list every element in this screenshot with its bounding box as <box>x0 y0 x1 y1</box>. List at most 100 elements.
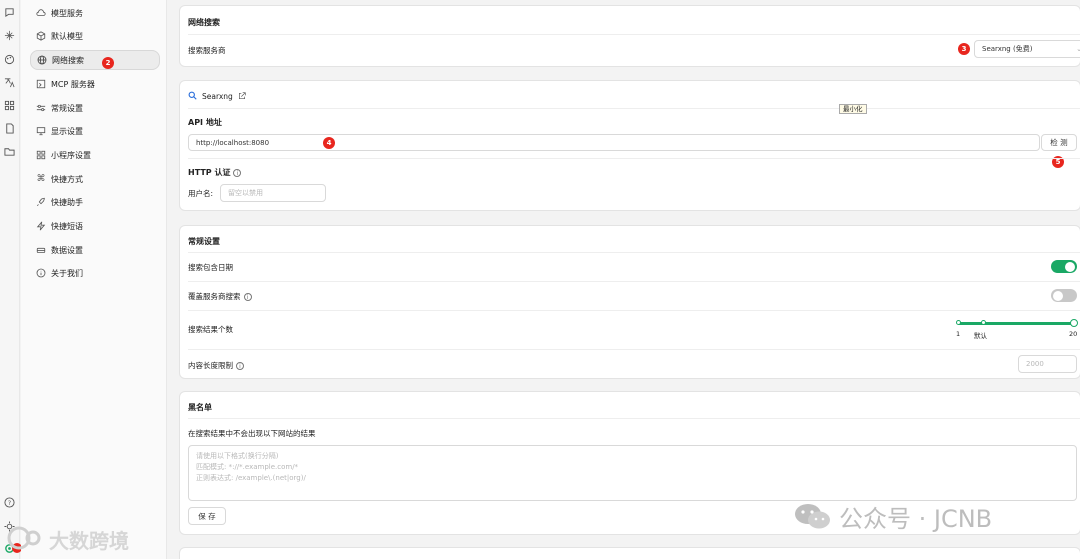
include-date-label: 搜索包含日期 <box>188 263 233 272</box>
step-badge-3: 3 <box>958 43 970 55</box>
slider-min-label: 1 <box>956 330 961 338</box>
web-search-title: 网络搜索 <box>188 18 220 27</box>
divider <box>188 310 1080 311</box>
info-icon[interactable]: i <box>236 361 244 370</box>
sidebar-item-general[interactable]: 常规设置 <box>30 98 160 118</box>
sidebar-item-data[interactable]: 数据设置 <box>30 240 160 260</box>
divider <box>188 349 1080 350</box>
folder-icon[interactable] <box>3 146 16 159</box>
result-count-slider-track[interactable] <box>958 322 1074 325</box>
sidebar-item-label: 快捷短语 <box>51 221 83 231</box>
divider <box>188 252 1080 253</box>
divider <box>188 158 1080 159</box>
sidebar-item-model-service[interactable]: 模型服务 <box>30 3 160 23</box>
files-icon[interactable] <box>3 123 16 136</box>
cube-icon <box>36 31 46 41</box>
sidebar-item-quick-assistant[interactable]: 快捷助手 <box>30 192 160 212</box>
placeholder-line: 正则表达式: /example\.(net|org)/ <box>196 474 306 482</box>
result-count-slider-handle[interactable] <box>1070 319 1078 327</box>
divider <box>188 281 1080 282</box>
sidebar-item-label: 快捷方式 <box>51 174 83 184</box>
watermark-left: 大数跨境 <box>5 524 129 554</box>
placeholder-line: 匹配模式: *://*.example.com/* <box>196 463 299 471</box>
help-icon[interactable]: ? <box>3 497 16 510</box>
sidebar-item-about[interactable]: 关于我们 <box>30 263 160 283</box>
include-date-toggle[interactable] <box>1051 260 1077 273</box>
palette-icon[interactable] <box>3 54 16 67</box>
divider <box>188 108 1080 109</box>
chevron-down-icon: ⌄ <box>1076 45 1080 53</box>
logo-mark <box>5 524 45 554</box>
result-count-label: 搜索结果个数 <box>188 325 233 334</box>
sidebar-item-miniapp[interactable]: 小程序设置 <box>30 145 160 165</box>
placeholder-line: 请使用以下格式(换行分隔) <box>196 452 279 460</box>
save-button[interactable]: 保 存 <box>188 507 226 525</box>
searxng-name: Searxng <box>202 92 233 101</box>
sidebar-item-mcp-servers[interactable]: MCP 服务器 <box>30 74 160 94</box>
username-input[interactable]: 留空以禁用 <box>220 184 326 202</box>
content-limit-row: 内容长度限制 i <box>188 360 244 371</box>
sidebar-item-label: 网络搜索 <box>52 55 84 65</box>
sidebar-item-label: MCP 服务器 <box>51 79 95 89</box>
hard-drive-icon <box>36 245 46 255</box>
check-button[interactable]: 检 测 <box>1041 134 1077 151</box>
wechat-icon <box>793 501 833 533</box>
general-settings-card: 常规设置 搜索包含日期 覆盖服务商搜索 i 搜索结果个数 1 默认 20 内容长… <box>179 225 1080 379</box>
override-toggle[interactable] <box>1051 289 1077 302</box>
provider-select[interactable]: Searxng (免费) ⌄ <box>974 40 1080 58</box>
sliders-icon <box>36 103 46 113</box>
divider <box>188 418 1080 419</box>
username-placeholder: 留空以禁用 <box>228 189 263 197</box>
content-limit-input[interactable]: 2000 <box>1018 355 1077 373</box>
sidebar-item-label: 默认模型 <box>51 31 83 41</box>
info-icon <box>36 268 46 278</box>
provider-label: 搜索服务商 <box>188 46 226 55</box>
divider <box>188 34 1080 35</box>
slider-tick <box>956 320 961 325</box>
app-icon-rail: ? <box>0 0 22 559</box>
svg-text:?: ? <box>8 499 11 507</box>
step-badge-2: 2 <box>102 57 114 69</box>
watermark-left-text: 大数跨境 <box>49 528 129 553</box>
blacklist-title: 黑名单 <box>188 403 212 412</box>
settings-sidebar: 模型服务 默认模型 网络搜索 2 MCP 服务器 常规设置 显示设置 小程序设置… <box>21 0 167 559</box>
search-icon <box>188 91 197 102</box>
general-title: 常规设置 <box>188 237 220 246</box>
blacklist-textarea[interactable]: 请使用以下格式(换行分隔) 匹配模式: *://*.example.com/* … <box>188 445 1077 501</box>
globe-icon <box>37 55 47 65</box>
apps-grid-icon[interactable] <box>3 100 16 113</box>
sidebar-item-label: 数据设置 <box>51 245 83 255</box>
sidebar-item-label: 快捷助手 <box>51 197 83 207</box>
sparkle-icon[interactable] <box>3 30 16 43</box>
next-card <box>179 547 1080 559</box>
chat-icon[interactable] <box>3 7 16 20</box>
username-label: 用户名: <box>188 189 214 198</box>
watermark-right-text: 公众号 · JCNB <box>839 505 993 533</box>
blacklist-description: 在搜索结果中不会出现以下网站的结果 <box>188 429 316 438</box>
minimize-tooltip: 最小化 <box>839 104 867 114</box>
content-limit-label: 内容长度限制 <box>188 361 233 370</box>
rocket-icon <box>36 197 46 207</box>
api-url-input[interactable]: http://localhost:8080 <box>188 134 1040 151</box>
api-label: API 地址 <box>188 118 222 127</box>
sidebar-item-display[interactable]: 显示设置 <box>30 121 160 141</box>
override-row: 覆盖服务商搜索 i <box>188 291 252 302</box>
sidebar-item-web-search[interactable]: 网络搜索 <box>30 50 160 70</box>
sidebar-item-default-model[interactable]: 默认模型 <box>30 26 160 46</box>
info-icon[interactable]: i <box>233 168 242 177</box>
sidebar-item-label: 常规设置 <box>51 103 83 113</box>
sidebar-item-shortcuts[interactable]: ⌘ 快捷方式 <box>30 169 160 189</box>
sidebar-item-quick-phrases[interactable]: 快捷短语 <box>30 216 160 236</box>
settings-main: 网络搜索 搜索服务商 3 Searxng (免费) ⌄ Searxng 最小化 … <box>167 0 1080 559</box>
zap-icon <box>36 221 46 231</box>
slider-max-label: 20 <box>1069 330 1078 338</box>
mcp-icon <box>36 79 46 89</box>
external-link-icon[interactable] <box>238 91 246 102</box>
sidebar-item-label: 小程序设置 <box>51 150 91 160</box>
slider-default-label: 默认 <box>974 332 987 340</box>
step-badge-4: 4 <box>323 137 335 149</box>
translate-icon[interactable] <box>3 77 16 90</box>
http-auth-header: HTTP 认证 i <box>188 167 242 178</box>
info-icon[interactable]: i <box>243 292 252 301</box>
content-limit-placeholder: 2000 <box>1026 360 1044 368</box>
